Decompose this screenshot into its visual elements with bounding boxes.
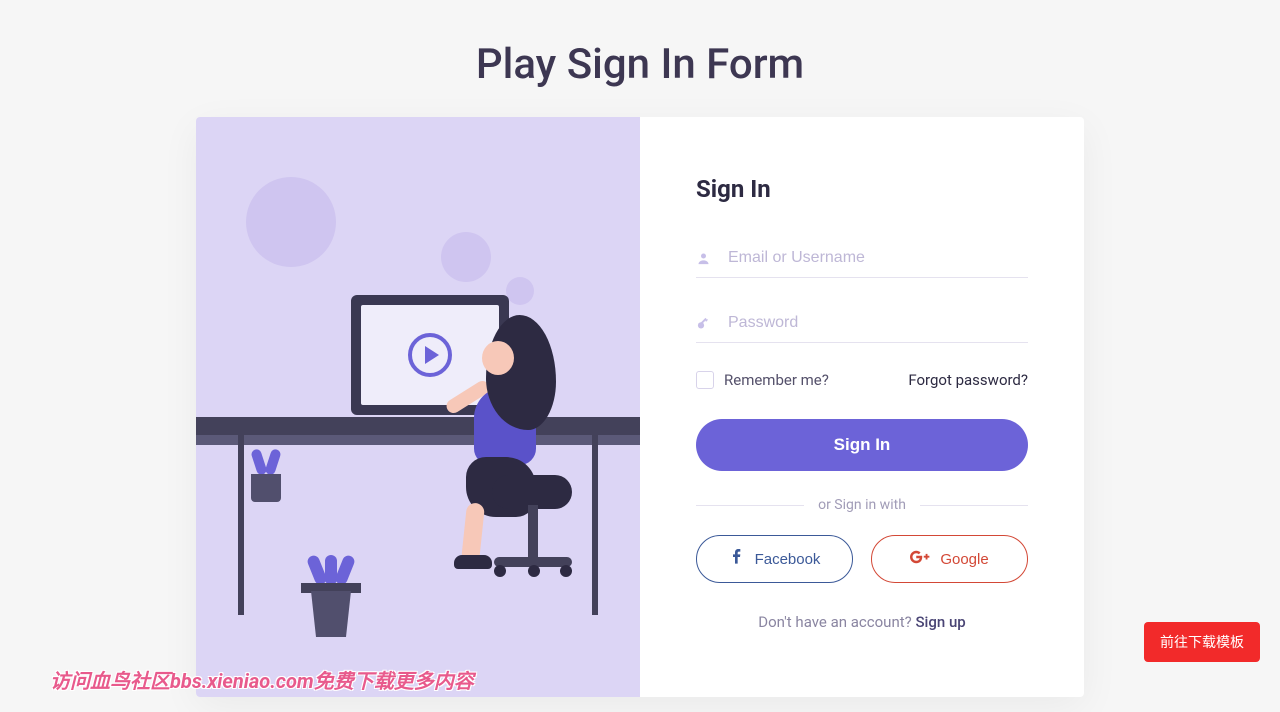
google-label: Google (940, 551, 988, 568)
social-row: Facebook Google (696, 535, 1028, 583)
form-panel: Sign In Remember me? Forgot password? Si… (640, 117, 1084, 697)
facebook-label: Facebook (755, 551, 821, 568)
divider-text: or Sign in with (818, 497, 906, 513)
bubble-decoration (246, 177, 336, 267)
key-icon (696, 316, 718, 331)
facebook-button[interactable]: Facebook (696, 535, 853, 583)
email-input-row (696, 241, 1028, 278)
plant-illustration (252, 447, 280, 475)
options-row: Remember me? Forgot password? (696, 371, 1028, 389)
remember-me[interactable]: Remember me? (696, 371, 829, 389)
google-plus-icon (910, 550, 930, 568)
signup-line: Don't have an account? Sign up (696, 613, 1028, 631)
password-input-row (696, 306, 1028, 343)
illustration-panel (196, 117, 640, 697)
bubble-decoration (441, 232, 491, 282)
password-field[interactable] (718, 314, 1028, 332)
download-template-button[interactable]: 前往下载模板 (1144, 622, 1260, 662)
bubble-decoration (506, 277, 534, 305)
pot-illustration (306, 591, 356, 637)
facebook-icon (729, 549, 745, 569)
page-title: Play Sign In Form (0, 0, 1280, 117)
signin-card: Sign In Remember me? Forgot password? Si… (196, 117, 1084, 697)
person-illustration (446, 315, 616, 575)
remember-label: Remember me? (724, 371, 829, 389)
divider: or Sign in with (696, 497, 1028, 513)
user-icon (696, 251, 718, 266)
plant-illustration (311, 551, 351, 585)
signup-prompt: Don't have an account? (758, 613, 915, 631)
google-button[interactable]: Google (871, 535, 1028, 583)
watermark-text: 访问血鸟社区bbs.xieniao.com免费下载更多内容 (50, 665, 474, 694)
email-field[interactable] (718, 249, 1028, 267)
signin-button[interactable]: Sign In (696, 419, 1028, 471)
form-heading: Sign In (696, 175, 1028, 203)
remember-checkbox[interactable] (696, 371, 714, 389)
forgot-password-link[interactable]: Forgot password? (908, 371, 1028, 389)
pot-illustration (251, 474, 281, 502)
signup-link[interactable]: Sign up (915, 613, 965, 631)
